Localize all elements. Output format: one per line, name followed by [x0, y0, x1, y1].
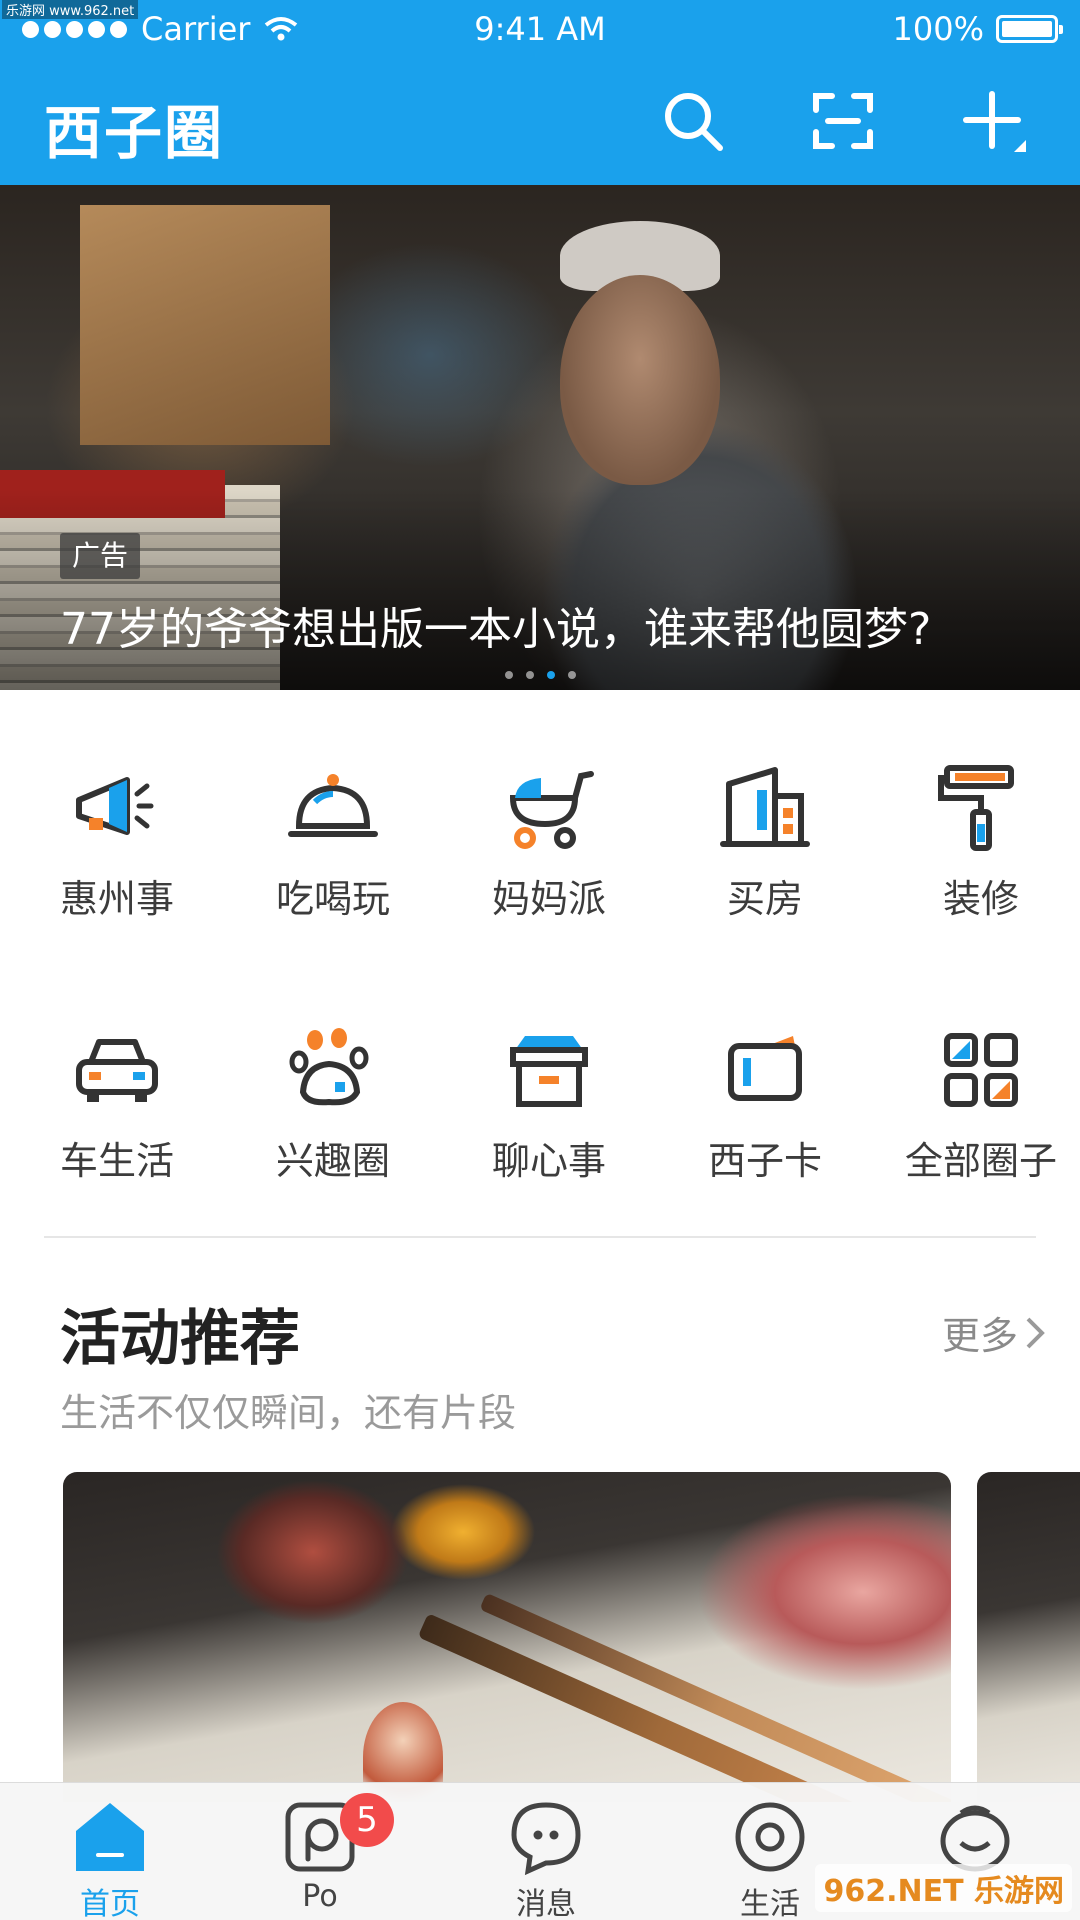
section-divider	[44, 1236, 1036, 1238]
food-cloche-icon	[288, 774, 378, 837]
scan-icon[interactable]	[810, 88, 876, 154]
pager-dot-active	[547, 671, 555, 679]
category-label: 买房	[726, 877, 803, 921]
notification-badge: 5	[340, 1793, 394, 1847]
battery-percent: 100%	[892, 10, 984, 48]
site-watermark: 962.NET 乐游网	[815, 1864, 1072, 1912]
tab-bar: 首页 5 Po 消息 生活 962.NET 乐游网	[0, 1782, 1080, 1920]
home-icon	[76, 1803, 144, 1871]
category-label: 吃喝玩	[275, 877, 390, 921]
banner-title[interactable]: 77岁的爷爷想出版一本小说，谁来帮他圆梦?	[60, 593, 931, 657]
category-item-car[interactable]: 车生活	[9, 1022, 225, 1185]
card-icon	[728, 1036, 802, 1101]
category-label: 妈妈派	[491, 877, 606, 921]
banner-photo-box	[80, 205, 330, 445]
more-link[interactable]: 更多	[942, 1305, 1046, 1360]
category-label: 车生活	[59, 1139, 174, 1183]
category-item-house[interactable]: 买房	[657, 760, 873, 923]
banner-carousel[interactable]: 广告 77岁的爷爷想出版一本小说，谁来帮他圆梦?	[0, 185, 1080, 690]
section-subtitle: 生活不仅仅瞬间，还有片段	[60, 1391, 517, 1435]
gift-box-icon	[510, 1036, 588, 1107]
chevron-right-icon	[1026, 1317, 1045, 1348]
activity-card-next[interactable]	[977, 1472, 1080, 1802]
category-item-mom[interactable]: 妈妈派	[441, 760, 657, 923]
battery-icon	[996, 15, 1063, 43]
activity-card[interactable]	[63, 1472, 951, 1802]
tab-label: 消息	[516, 1887, 576, 1920]
paw-icon	[289, 1028, 369, 1106]
pager-dot	[526, 671, 534, 679]
category-item-all-circles[interactable]: 全部圈子	[873, 1022, 1080, 1185]
paint-roller-icon	[938, 765, 1014, 851]
category-item-food[interactable]: 吃喝玩	[225, 760, 441, 923]
stroller-icon	[509, 771, 594, 849]
tab-home[interactable]: 首页	[30, 1797, 190, 1920]
message-icon	[511, 1802, 581, 1876]
ad-tag: 广告	[60, 533, 141, 579]
banner-photo-head	[560, 275, 720, 485]
category-label: 西子卡	[707, 1139, 822, 1183]
status-bar: 乐游网 www.962.net Carrier 9:41 AM 100%	[0, 0, 1080, 58]
card-photo-brush	[479, 1592, 951, 1802]
add-icon[interactable]	[962, 88, 1028, 154]
category-label: 聊心事	[491, 1139, 606, 1183]
tab-label: Po	[302, 1879, 338, 1914]
grid-icon	[944, 1033, 1018, 1107]
category-label: 兴趣圈	[275, 1139, 390, 1183]
category-label: 装修	[942, 877, 1019, 921]
category-item-interest[interactable]: 兴趣圈	[225, 1022, 441, 1185]
tab-label: 首页	[80, 1887, 140, 1920]
tab-po[interactable]: 5 Po	[240, 1793, 400, 1914]
category-label: 全部圈子	[904, 1139, 1057, 1183]
category-item-huizhou[interactable]: 惠州事	[9, 760, 225, 923]
pager-dot	[568, 671, 576, 679]
app-logo: 西子圈	[44, 99, 225, 167]
more-label: 更多	[941, 1314, 1018, 1358]
banner-shade	[0, 490, 1080, 690]
category-item-xizi-card[interactable]: 西子卡	[657, 1022, 873, 1185]
pager-dot	[505, 671, 513, 679]
category-item-decoration[interactable]: 装修	[873, 760, 1080, 923]
category-item-chat[interactable]: 聊心事	[441, 1022, 657, 1185]
megaphone-icon	[76, 777, 154, 835]
banner-pager	[505, 671, 576, 679]
building-icon	[720, 767, 810, 847]
life-icon	[735, 1802, 805, 1872]
status-right: 100%	[892, 10, 1063, 48]
car-icon	[76, 1039, 158, 1102]
app-header: 西子圈	[0, 58, 1080, 185]
search-icon[interactable]	[660, 88, 726, 154]
tab-messages[interactable]: 消息	[466, 1797, 626, 1920]
category-label: 惠州事	[59, 877, 174, 921]
card-photo-brush	[417, 1613, 904, 1802]
section-title: 活动推荐	[60, 1304, 300, 1374]
